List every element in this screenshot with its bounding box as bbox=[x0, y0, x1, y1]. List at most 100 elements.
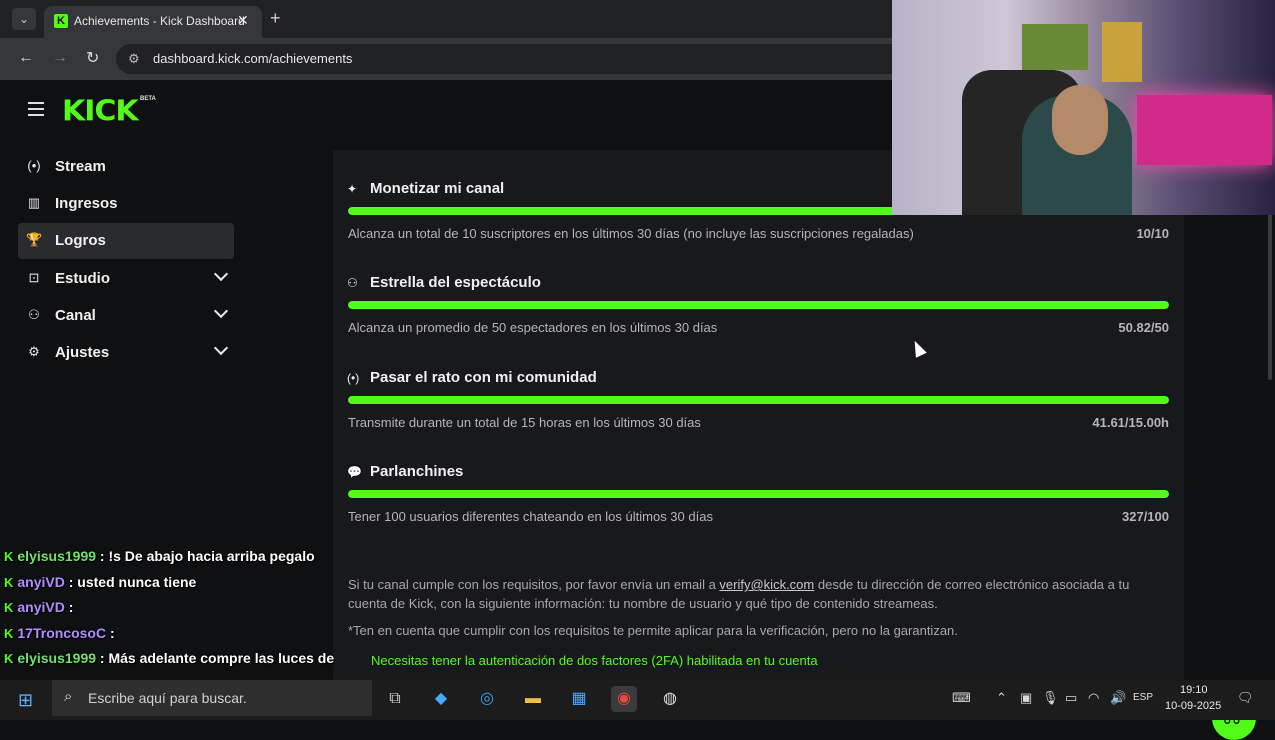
wifi-icon[interactable]: ◠ bbox=[1088, 690, 1099, 706]
sidebar-item-estudio[interactable]: ⊡ Estudio bbox=[18, 261, 234, 297]
windows-start-icon[interactable]: ⊞ bbox=[18, 690, 33, 711]
achievement-value: 10/10 bbox=[1136, 226, 1169, 241]
clock-date[interactable]: 10-09-2025 bbox=[1165, 700, 1221, 712]
file-explorer-icon[interactable]: ▬ bbox=[520, 686, 546, 712]
achievement-progress-bar bbox=[348, 489, 1169, 498]
kick-logo[interactable]: KICK bbox=[62, 95, 139, 128]
sidebar-item-stream[interactable]: (•) Stream bbox=[18, 149, 234, 185]
chat-bubble-icon: 💬 bbox=[347, 464, 362, 479]
achievement-title: Estrella del espectáculo bbox=[370, 274, 541, 292]
address-bar[interactable]: ⚙ dashboard.kick.com/achievements bbox=[116, 44, 892, 74]
chat-text: : Más adelante compre las luces de bbox=[99, 650, 335, 667]
new-tab-button[interactable]: + bbox=[270, 8, 281, 29]
sidebar-item-label: Ingresos bbox=[55, 195, 118, 213]
kick-badge-icon: K bbox=[4, 574, 14, 590]
sidebar-item-label: Canal bbox=[55, 306, 96, 324]
task-view-icon[interactable]: ⧉ bbox=[382, 686, 408, 712]
chevron-down-icon[interactable] bbox=[213, 340, 229, 356]
chat-text: : usted nunca tiene bbox=[68, 573, 197, 590]
volume-icon[interactable]: 🔊 bbox=[1110, 690, 1126, 706]
chat-username: anyiVD bbox=[17, 573, 65, 590]
background-tv bbox=[1137, 95, 1272, 165]
chat-message: KanyiVD : bbox=[4, 599, 73, 615]
network-icon[interactable]: ▭ bbox=[1065, 690, 1077, 706]
search-icon: ⌕ bbox=[64, 688, 73, 705]
scrollbar[interactable] bbox=[1268, 210, 1272, 380]
browser-tab-bar: ⌄ K Achievements - Kick Dashboard ✕ + bbox=[0, 0, 892, 38]
wall-poster bbox=[1102, 22, 1142, 82]
twofa-requirement: Necesitas tener la autenticación de dos … bbox=[371, 653, 818, 668]
kick-badge-icon: K bbox=[4, 600, 14, 616]
obs-icon[interactable]: ◍ bbox=[657, 686, 683, 712]
edge-icon[interactable]: ◎ bbox=[474, 686, 500, 712]
hamburger-menu-icon[interactable] bbox=[28, 102, 44, 116]
chrome-icon[interactable]: ◉ bbox=[611, 686, 637, 712]
webcam-overlay bbox=[892, 0, 1275, 215]
browser-tab[interactable]: K Achievements - Kick Dashboard ✕ bbox=[44, 6, 262, 38]
reload-icon[interactable]: ↻ bbox=[86, 48, 99, 68]
broadcast-icon: (•) bbox=[347, 370, 360, 385]
sidebar-item-label: Ajustes bbox=[55, 344, 110, 361]
notifications-icon[interactable]: 🗨 bbox=[1237, 690, 1254, 706]
achievement-progress-bar bbox=[348, 395, 1169, 404]
achievement-progress-bar bbox=[348, 301, 1169, 310]
progress-fill bbox=[348, 489, 1169, 498]
chat-message: Kelyisus1999 : Más adelante compre las l… bbox=[4, 650, 334, 666]
search-placeholder: Escribe aquí para buscar. bbox=[88, 690, 247, 706]
chat-message: Kelyisus1999 : !s De abajo hacia arriba … bbox=[4, 548, 315, 564]
kick-favicon-icon: K bbox=[54, 14, 68, 28]
chevron-down-icon[interactable] bbox=[213, 266, 229, 281]
forward-arrow-icon[interactable]: → bbox=[52, 49, 68, 67]
progress-fill bbox=[348, 395, 1169, 404]
store-icon[interactable]: ▦ bbox=[566, 686, 592, 712]
broadcast-icon: (•) bbox=[27, 158, 41, 173]
sidebar-item-label: Logros bbox=[55, 232, 106, 250]
sidebar-item-ingresos[interactable]: ▥ Ingresos bbox=[18, 186, 234, 222]
url-text[interactable]: dashboard.kick.com/achievements bbox=[153, 51, 352, 66]
kick-badge-icon: K bbox=[4, 651, 14, 667]
chevron-down-icon[interactable] bbox=[213, 303, 229, 318]
close-tab-icon[interactable]: ✕ bbox=[237, 12, 249, 29]
chat-text: : bbox=[68, 599, 74, 616]
camera-icon[interactable]: ▣ bbox=[1020, 690, 1032, 706]
sidebar-item-canal[interactable]: ⚇ Canal bbox=[18, 298, 234, 334]
achievement-value: 50.82/50 bbox=[1118, 320, 1169, 336]
achievement-description: Alcanza un total de 10 suscriptores en l… bbox=[348, 226, 914, 241]
bar-chart-icon: ▥ bbox=[27, 195, 41, 211]
achievement-description: Alcanza un promedio de 50 espectadores e… bbox=[348, 320, 718, 336]
site-info-icon[interactable]: ⚙ bbox=[128, 51, 140, 67]
achievement-description: Transmite durante un total de 15 horas e… bbox=[348, 414, 701, 430]
chat-username: elyisus1999 bbox=[17, 650, 97, 667]
achievement-value: 41.61/15.00h bbox=[1092, 414, 1169, 430]
clock-time[interactable]: 19:10 bbox=[1180, 684, 1208, 696]
wall-poster bbox=[1022, 24, 1088, 70]
taskbar-search[interactable]: ⌕ Escribe aquí para buscar. bbox=[52, 680, 372, 716]
trophy-icon: 🏆 bbox=[26, 232, 43, 248]
tab-list-button[interactable]: ⌄ bbox=[12, 8, 36, 30]
verify-email-link[interactable]: verify@kick.com bbox=[719, 577, 814, 592]
language-indicator[interactable]: ESP bbox=[1133, 692, 1153, 703]
streamer-head bbox=[1052, 85, 1108, 155]
keyboard-icon[interactable]: ⌨ bbox=[952, 690, 971, 706]
progress-fill bbox=[348, 301, 1169, 310]
verification-disclaimer: *Ten en cuenta que cumplir con los requi… bbox=[348, 623, 958, 638]
windows-taskbar: ⊞ ⌕ Escribe aquí para buscar. ⧉ ◆ ◎ ▬ ▦ … bbox=[0, 680, 1275, 720]
info-text-pre: Si tu canal cumple con los requisitos, p… bbox=[348, 577, 720, 592]
tab-title: Achievements - Kick Dashboard bbox=[74, 14, 245, 28]
chat-username: elyisus1999 bbox=[17, 548, 97, 564]
microphone-icon[interactable]: 🎙 bbox=[1042, 690, 1059, 706]
achievement-title: Parlanchines bbox=[370, 462, 464, 480]
copilot-icon[interactable]: ◆ bbox=[428, 686, 454, 712]
achievement-value: 327/100 bbox=[1122, 508, 1169, 524]
sidebar-item-ajustes[interactable]: ⚙ Ajustes bbox=[18, 335, 234, 371]
sidebar-item-logros[interactable]: 🏆 Logros bbox=[18, 223, 234, 260]
chat-username: anyiVD bbox=[17, 599, 65, 616]
sidebar-item-label: Stream bbox=[55, 158, 106, 175]
back-arrow-icon[interactable]: ← bbox=[18, 49, 34, 67]
beta-badge: BETA bbox=[140, 96, 156, 102]
chevron-up-icon[interactable]: ⌃ bbox=[996, 690, 1007, 706]
browser-toolbar: ← → ↻ ⚙ dashboard.kick.com/achievements bbox=[0, 38, 892, 80]
users-icon: ⚇ bbox=[28, 306, 40, 322]
kick-badge-icon: K bbox=[4, 625, 14, 641]
chat-message: K 17TroncosoC : bbox=[4, 625, 115, 641]
